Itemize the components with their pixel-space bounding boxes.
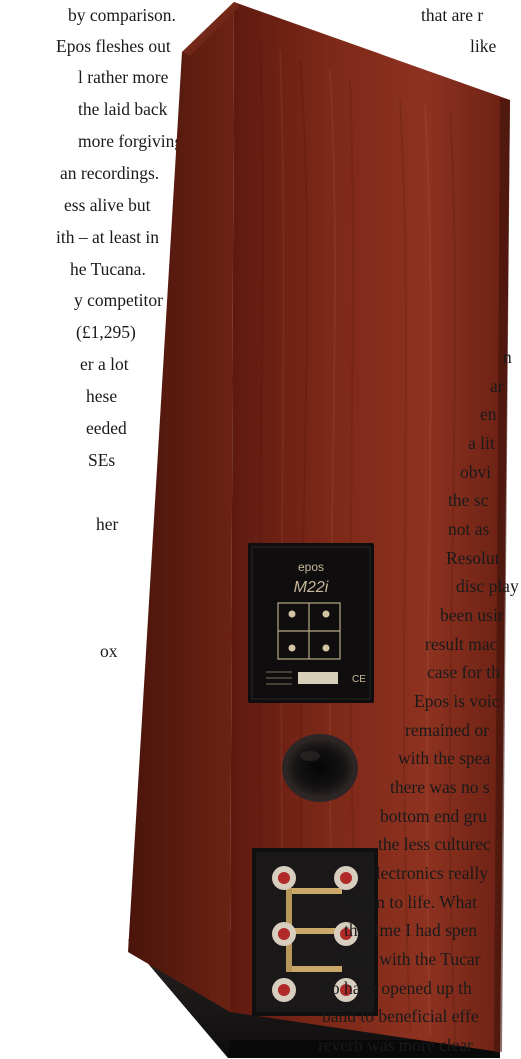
right-line: to have opened up th bbox=[326, 977, 472, 998]
magazine-page: by comparison. Epos fleshes out l rather… bbox=[0, 0, 521, 1058]
right-line: obvi bbox=[460, 461, 492, 482]
right-line: ar bbox=[490, 375, 504, 396]
right-line: reverb was more clear bbox=[318, 1035, 473, 1055]
right-line: the time I had spen bbox=[344, 920, 478, 941]
right-line: the less culturec bbox=[378, 834, 491, 855]
right-line: en bbox=[480, 404, 497, 425]
right-line: them with the Tucar bbox=[340, 949, 481, 969]
right-line: the sc bbox=[448, 490, 489, 511]
right-line: electronics really bbox=[368, 863, 489, 883]
right-line: result mac bbox=[425, 633, 498, 654]
right-line: case for th bbox=[427, 662, 500, 683]
right-line: with the spea bbox=[398, 748, 491, 769]
right-line: been usir bbox=[440, 605, 504, 625]
right-line: disc play bbox=[456, 576, 519, 597]
right-line: Resolut bbox=[446, 547, 500, 568]
right-line: bottom end gru bbox=[380, 805, 487, 826]
right-line: remained or bbox=[405, 719, 490, 740]
right-line: there was no s bbox=[390, 777, 490, 797]
right-line: a lit bbox=[468, 433, 495, 453]
right-line: band to beneficial effe bbox=[322, 1006, 479, 1027]
right-text-column: n ar en a lit obvi the sc not as Resolut… bbox=[0, 0, 521, 1058]
right-line: n bbox=[503, 347, 512, 367]
right-line: them to life. What bbox=[350, 891, 478, 912]
right-line: Epos is voic bbox=[414, 691, 500, 711]
right-line: not as bbox=[448, 519, 490, 539]
